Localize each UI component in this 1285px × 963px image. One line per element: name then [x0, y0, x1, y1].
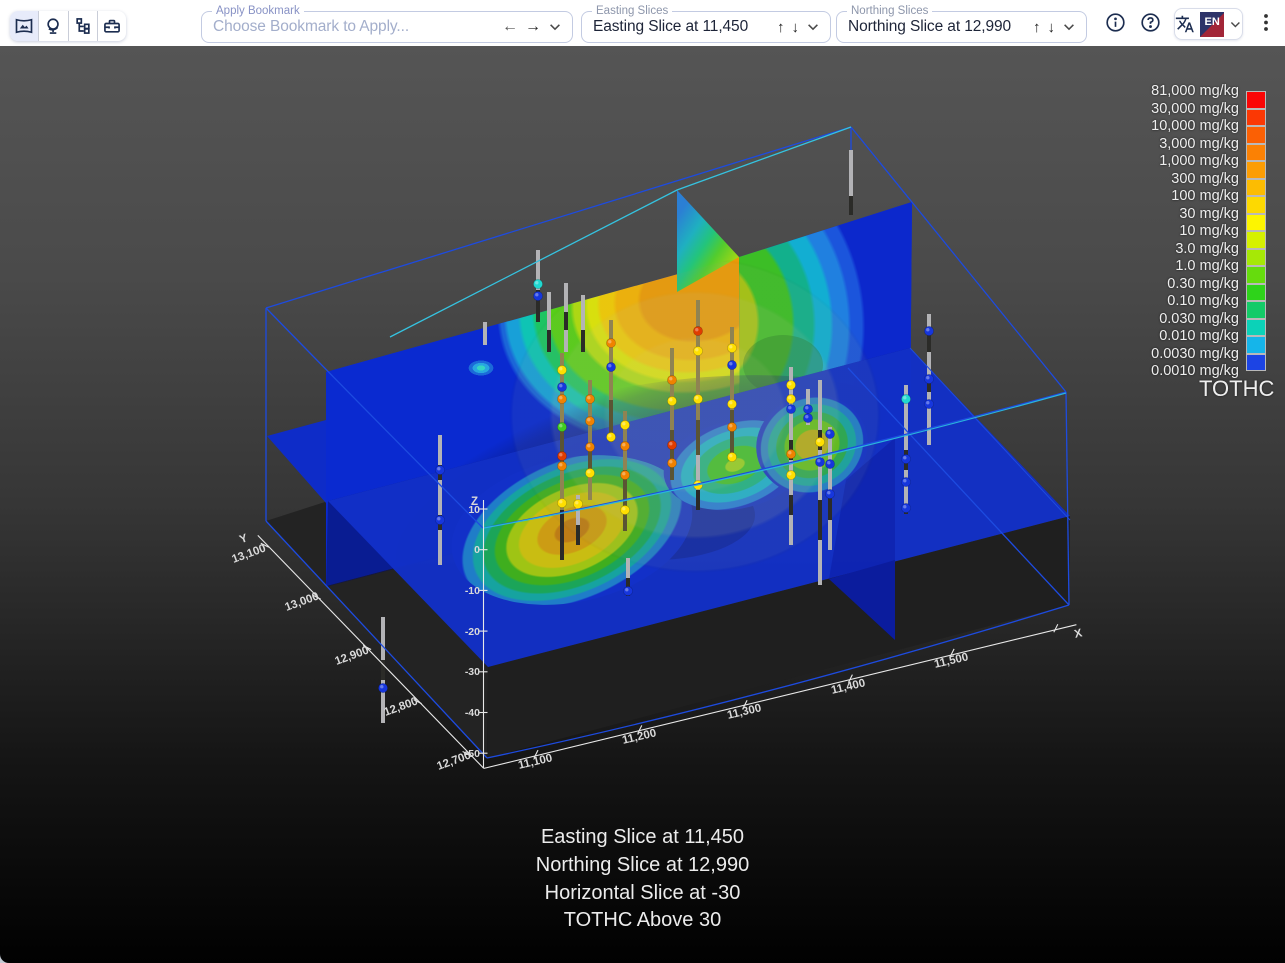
svg-text:-30: -30 — [465, 666, 480, 678]
svg-text:-50: -50 — [465, 748, 480, 760]
svg-text:10: 10 — [468, 504, 480, 516]
svg-text:-20: -20 — [465, 626, 480, 638]
svg-text:-10: -10 — [465, 585, 480, 597]
svg-text:0: 0 — [474, 544, 480, 556]
svg-text:-40: -40 — [465, 707, 480, 719]
